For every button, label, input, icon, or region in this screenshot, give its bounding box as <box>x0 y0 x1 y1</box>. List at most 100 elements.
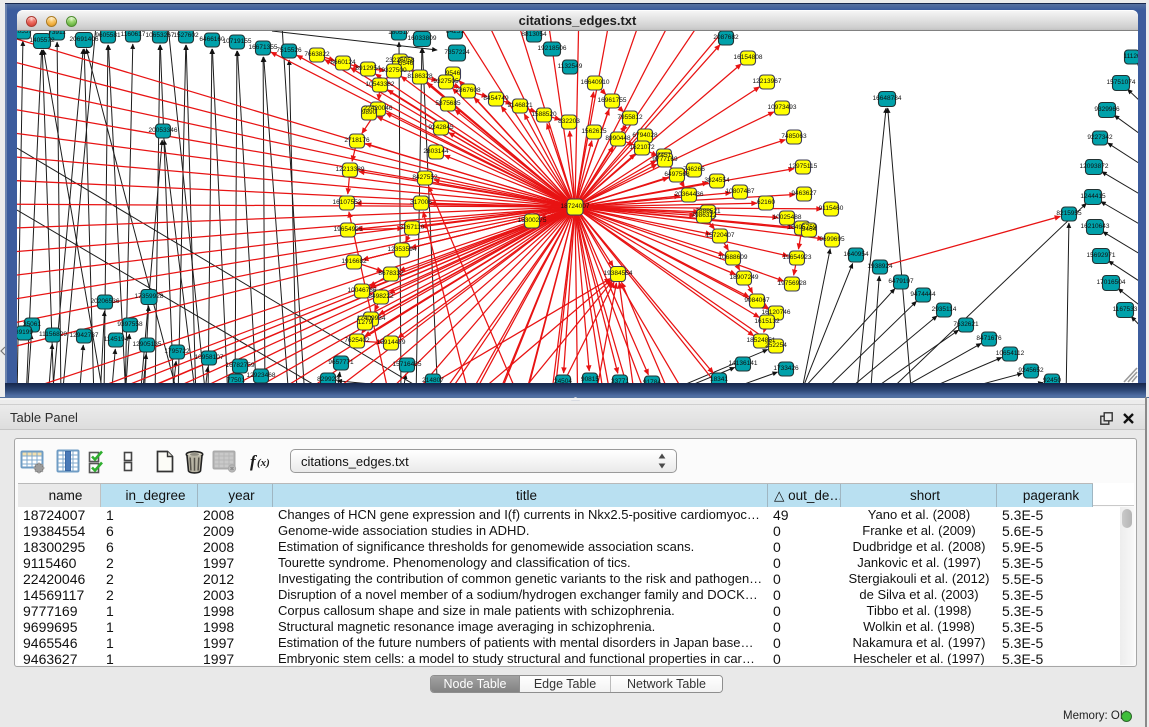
svg-text:16782759: 16782759 <box>226 362 255 369</box>
svg-text:9464: 9464 <box>802 226 817 233</box>
svg-text:11156829: 11156829 <box>39 331 67 338</box>
svg-text:1615132: 1615132 <box>754 318 780 325</box>
svg-text:7625402: 7625402 <box>344 337 370 344</box>
svg-text:9146821: 9146821 <box>507 102 533 109</box>
svg-text:1588520: 1588520 <box>531 111 557 118</box>
svg-text:8427552: 8427552 <box>412 174 438 181</box>
svg-text:35061: 35061 <box>23 321 41 328</box>
svg-text:10543382: 10543382 <box>366 81 395 88</box>
svg-text:15751074: 15751074 <box>1107 79 1136 86</box>
svg-text:5875685: 5875685 <box>435 100 461 107</box>
svg-text:20206536: 20206536 <box>91 298 120 305</box>
svg-text:16107552: 16107552 <box>333 199 362 206</box>
svg-text:6497568: 6497568 <box>664 171 690 178</box>
svg-text:10025488: 10025488 <box>773 214 802 221</box>
svg-text:8215955: 8215955 <box>1056 210 1082 217</box>
svg-text:12353594: 12353594 <box>388 246 417 253</box>
svg-text:1160617: 1160617 <box>121 31 146 38</box>
svg-text:7485063: 7485063 <box>781 133 807 140</box>
svg-text:1167533: 1167533 <box>1113 306 1138 313</box>
svg-text:15692971: 15692971 <box>1087 252 1116 259</box>
svg-text:19756928: 19756928 <box>778 280 807 287</box>
svg-text:16120746: 16120746 <box>762 309 791 316</box>
svg-text:1132549: 1132549 <box>558 63 583 70</box>
svg-text:14136141: 14136141 <box>729 360 758 367</box>
svg-text:9657771: 9657771 <box>328 359 354 366</box>
svg-text:10807487: 10807487 <box>726 188 755 195</box>
svg-text:9463627: 9463627 <box>791 190 817 197</box>
svg-text:84251: 84251 <box>446 31 464 35</box>
svg-text:5546: 5546 <box>399 60 414 67</box>
svg-text:12213389: 12213389 <box>336 166 365 173</box>
svg-text:829922: 829922 <box>317 376 339 383</box>
svg-text:20364436: 20364436 <box>675 191 704 198</box>
svg-text:10973493: 10973493 <box>768 104 797 111</box>
svg-text:317006: 317006 <box>410 199 432 206</box>
svg-text:7632621: 7632621 <box>953 321 979 328</box>
svg-text:2935114: 2935114 <box>932 306 957 313</box>
svg-text:8678332: 8678332 <box>378 270 404 277</box>
svg-text:7515526: 7515526 <box>276 47 302 54</box>
svg-text:9890: 9890 <box>362 109 377 116</box>
svg-text:2803144: 2803144 <box>423 148 449 155</box>
svg-text:9245652: 9245652 <box>1018 367 1044 374</box>
svg-text:3498222: 3498222 <box>368 293 394 300</box>
svg-text:2087682: 2087682 <box>713 34 739 41</box>
svg-text:19654925: 19654925 <box>334 226 363 233</box>
svg-text:8990448: 8990448 <box>605 135 631 142</box>
svg-text:1621072: 1621072 <box>629 144 655 151</box>
svg-text:1405572: 1405572 <box>29 37 55 44</box>
svg-text:1279: 1279 <box>358 319 373 326</box>
svg-text:1938924: 1938924 <box>867 263 893 270</box>
svg-text:10958107: 10958107 <box>195 354 224 361</box>
svg-text:9329966: 9329966 <box>1094 106 1120 113</box>
svg-text:8454749: 8454749 <box>483 95 509 102</box>
svg-text:1795722: 1795722 <box>164 348 190 355</box>
svg-text:9084067: 9084067 <box>744 297 770 304</box>
svg-text:12923468: 12923468 <box>247 372 276 379</box>
svg-text:7663822: 7663822 <box>304 51 330 58</box>
svg-text:10653267: 10653267 <box>146 32 175 39</box>
svg-text:8186328: 8186328 <box>407 73 433 80</box>
svg-text:20557: 20557 <box>17 31 32 35</box>
svg-text:10719155: 10719155 <box>223 38 252 45</box>
svg-text:62160: 62160 <box>757 199 775 206</box>
svg-text:16154808: 16154808 <box>734 54 763 61</box>
svg-text:19654923: 19654923 <box>783 254 812 261</box>
svg-text:1733426: 1733426 <box>773 365 799 372</box>
svg-text:18724007: 18724007 <box>561 203 590 210</box>
svg-text:9474444: 9474444 <box>910 291 936 298</box>
svg-text:1527602: 1527602 <box>173 32 199 39</box>
svg-text:16671355: 16671355 <box>249 44 278 51</box>
svg-text:15720407: 15720407 <box>706 232 735 239</box>
svg-text:1562615: 1562615 <box>581 128 607 135</box>
svg-text:10688609: 10688609 <box>719 254 748 261</box>
svg-text:2718176: 2718176 <box>344 137 370 144</box>
svg-text:9605581: 9605581 <box>95 32 121 39</box>
svg-text:252254: 252254 <box>765 342 787 349</box>
svg-text:8660124: 8660124 <box>330 59 356 66</box>
svg-text:16640910: 16640910 <box>581 79 610 86</box>
svg-text:6479197: 6479197 <box>888 278 914 285</box>
svg-text:9699695: 9699695 <box>819 236 845 243</box>
svg-text:9546: 9546 <box>446 70 461 77</box>
svg-text:19384554: 19384554 <box>604 270 633 277</box>
svg-text:20053346: 20053346 <box>149 127 178 134</box>
svg-text:9227342: 9227342 <box>1087 134 1113 141</box>
svg-text:17359928: 17359928 <box>135 293 164 300</box>
svg-text:832203: 832203 <box>558 118 580 125</box>
svg-text:1145194: 1145194 <box>104 336 129 343</box>
svg-text:(x): (x) <box>257 457 270 469</box>
svg-text:12093872: 12093872 <box>1080 163 1109 170</box>
svg-text:12213967: 12213967 <box>753 78 782 85</box>
svg-text:7357224: 7357224 <box>444 49 470 56</box>
svg-text:16210643: 16210643 <box>1081 223 1110 230</box>
svg-text:90815: 90815 <box>581 376 599 383</box>
svg-text:15300275: 15300275 <box>518 217 547 224</box>
svg-text:2867608: 2867608 <box>455 87 481 94</box>
svg-text:214807: 214807 <box>422 377 444 383</box>
svg-text:8912954: 8912954 <box>355 65 381 72</box>
svg-text:91784: 91784 <box>643 379 661 383</box>
svg-text:8813054: 8813054 <box>521 31 547 38</box>
svg-text:24504: 24504 <box>554 378 572 383</box>
